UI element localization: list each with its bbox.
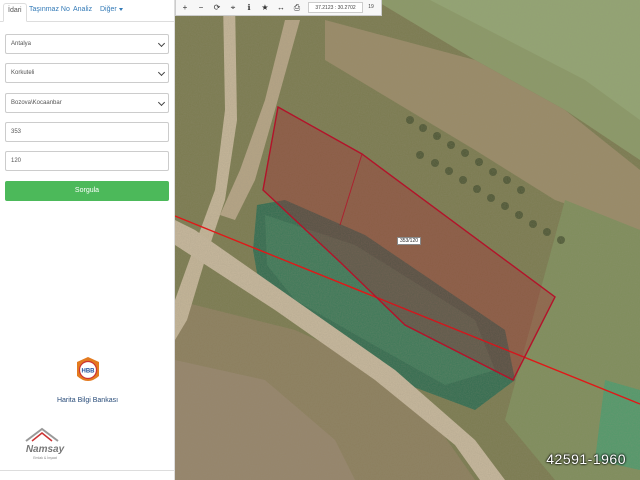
province-select[interactable]: Antalya [5,34,169,54]
print-icon[interactable]: ⎙ [290,1,304,14]
tab-diger[interactable]: Diğer [100,3,123,22]
block-input[interactable]: 353 [5,122,169,142]
zoom-level: 19 [368,4,374,10]
chevron-down-icon [157,68,166,77]
map-toolbar: + − ⟳ ⌖ ℹ ★ ↔ ⎙ 37.2123 : 30.2702 19 [175,0,382,16]
hbb-caption: Harita Bilgi Bankası [56,397,119,404]
measure-icon[interactable]: ↔ [274,1,288,14]
refresh-icon[interactable]: ⟳ [210,1,224,14]
tab-bar: İdari Taşınmaz No Analiz Diğer [0,0,175,22]
block-value: 353 [11,129,22,135]
zoom-in-icon[interactable]: + [178,1,192,14]
listing-id: 42591-1960 [546,451,626,467]
namsay-text: Namsay [26,444,65,455]
district-value: Korkuteli [11,70,35,76]
neighborhood-value: Bozova\Kocaanbar [11,100,62,106]
chevron-down-icon [157,39,166,48]
namsay-subtext: Emlak & İnşaat [33,455,57,460]
chevron-down-icon [157,98,166,107]
query-button[interactable]: Sorgula [5,181,169,201]
sidebar-footer [0,470,175,480]
star-icon[interactable]: ★ [258,1,272,14]
province-value: Antalya [11,41,32,47]
coordinate-readout: 37.2123 : 30.2702 [308,2,363,13]
neighborhood-select[interactable]: Bozova\Kocaanbar [5,93,169,113]
map-view[interactable]: + − ⟳ ⌖ ℹ ★ ↔ ⎙ 37.2123 : 30.2702 19 353… [175,0,640,480]
tab-diger-label: Diğer [100,6,117,13]
district-select[interactable]: Korkuteli [5,63,169,83]
locate-icon[interactable]: ⌖ [226,1,240,14]
hbb-logo: HBB [77,357,99,381]
parcel-input[interactable]: 120 [5,151,169,171]
tab-tasinmaz-no[interactable]: Taşınmaz No [29,3,70,22]
tab-analiz[interactable]: Analiz [73,3,92,22]
caret-down-icon [118,7,123,11]
parcel-value: 120 [11,158,22,164]
info-icon[interactable]: ℹ [242,1,256,14]
hbb-logo-text: HBB [82,369,96,375]
namsay-logo: Namsay Emlak & İnşaat [25,427,65,460]
sidebar: İdari Taşınmaz No Analiz Diğer Antalya K… [0,0,175,480]
parcel-label: 353/120 [397,237,421,245]
tab-idari[interactable]: İdari [3,3,27,22]
zoom-out-icon[interactable]: − [194,1,208,14]
